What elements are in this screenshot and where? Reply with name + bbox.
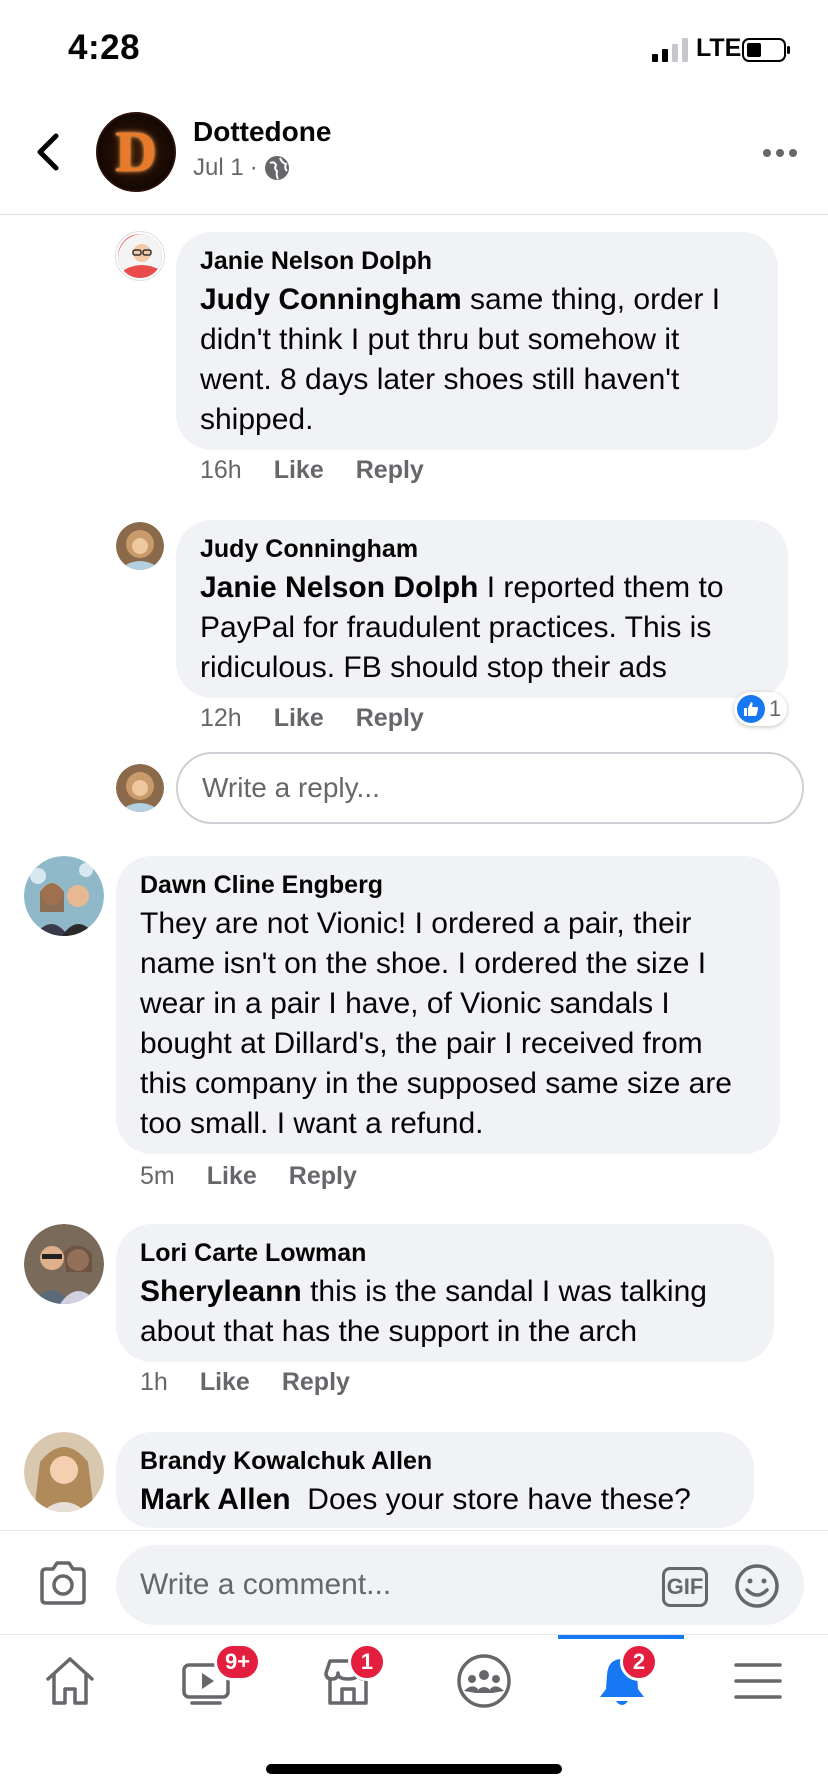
tab-home[interactable] (40, 1651, 100, 1711)
status-bar: 4:28 LTE (0, 0, 828, 100)
home-icon (46, 1657, 94, 1705)
avatar[interactable] (24, 1224, 104, 1304)
comment-timestamp: 12h (200, 704, 242, 732)
reply-button[interactable]: Reply (282, 1368, 350, 1397)
comment-text: They are not Vionic! I ordered a pair, t… (140, 907, 732, 1140)
like-button[interactable]: Like (274, 704, 324, 733)
marketplace-badge: 1 (348, 1643, 386, 1681)
status-time: 4:28 (68, 28, 141, 67)
tab-groups[interactable] (454, 1651, 514, 1711)
comment-author[interactable]: Lori Carte Lowman (140, 1238, 750, 1268)
emoji-icon[interactable] (734, 1563, 780, 1609)
avatar-image (118, 234, 162, 278)
post-date: Jul 1 (193, 154, 244, 181)
avatar-image (24, 856, 104, 936)
current-user-avatar (116, 764, 164, 812)
menu-icon (734, 1663, 782, 1699)
globe-icon (264, 156, 289, 180)
watch-badge: 9+ (214, 1643, 262, 1681)
tab-menu[interactable] (728, 1651, 788, 1711)
avatar-image (116, 522, 164, 570)
comment-bubble: Janie Nelson Dolph Judy Conningham same … (176, 232, 778, 450)
like-button[interactable]: Like (207, 1162, 257, 1191)
camera-icon[interactable] (38, 1561, 88, 1605)
comment-bubble: Lori Carte Lowman Sheryleann this is the… (116, 1224, 774, 1362)
avatar-image (116, 764, 164, 812)
comment-actions: 1h Like Reply (140, 1368, 350, 1397)
comment-author[interactable]: Dawn Cline Engberg (140, 870, 756, 900)
comment-mention[interactable]: Sheryleann (140, 1275, 302, 1308)
more-options-icon[interactable] (760, 138, 800, 168)
comment-text: Mark Allen Does your store have these? (140, 1480, 730, 1520)
comment-mention[interactable]: Judy Conningham (200, 283, 462, 316)
network-type: LTE (696, 34, 742, 62)
avatar[interactable] (116, 522, 164, 570)
reply-button[interactable]: Reply (356, 704, 424, 733)
comment-author[interactable]: Janie Nelson Dolph (200, 246, 754, 276)
home-indicator[interactable] (266, 1764, 562, 1774)
meta-separator: · (249, 154, 258, 181)
avatar[interactable] (24, 856, 104, 936)
comment-mention[interactable]: Janie Nelson Dolph (200, 571, 478, 604)
like-button[interactable]: Like (200, 1368, 250, 1397)
avatar-image (24, 1432, 104, 1512)
reply-input-placeholder: Write a reply... (202, 772, 380, 803)
groups-icon (457, 1654, 511, 1708)
reaction-count: 1 (769, 696, 782, 721)
comment-input-placeholder: Write a comment... (140, 1568, 392, 1601)
back-arrow-icon[interactable] (30, 130, 66, 174)
tab-watch[interactable]: 9+ (178, 1643, 262, 1711)
comment-input[interactable]: Write a comment... GIF (116, 1545, 804, 1625)
comment-text: Sheryleann this is the sandal I was talk… (140, 1272, 750, 1352)
signal-icon (652, 38, 688, 62)
comment-author[interactable]: Brandy Kowalchuk Allen (140, 1446, 730, 1476)
comment-actions: 12h Like Reply (200, 704, 424, 733)
page-avatar-letter: D (115, 119, 157, 184)
comment-timestamp: 1h (140, 1368, 168, 1396)
battery-icon (742, 38, 790, 62)
post-header: D Dottedone Jul 1 · (0, 100, 828, 215)
comment-actions: 16h Like Reply (200, 456, 424, 485)
page-name[interactable]: Dottedone (193, 116, 331, 148)
comment-bubble: Brandy Kowalchuk Allen Mark Allen Does y… (116, 1432, 754, 1528)
comment-bubble: Dawn Cline Engberg They are not Vionic! … (116, 856, 780, 1154)
reply-input[interactable]: Write a reply... (176, 752, 804, 824)
comment-mention[interactable]: Mark Allen (140, 1483, 291, 1516)
comment-text: Janie Nelson Dolph I reported them to Pa… (200, 568, 764, 688)
reaction-badge[interactable]: 1 (734, 692, 788, 726)
reply-button[interactable]: Reply (356, 456, 424, 485)
comment-author[interactable]: Judy Conningham (200, 534, 764, 564)
comment-timestamp: 16h (200, 456, 242, 484)
reply-button[interactable]: Reply (289, 1162, 357, 1191)
tab-marketplace[interactable]: 1 (318, 1643, 386, 1711)
avatar[interactable] (24, 1432, 104, 1512)
comment-timestamp: 5m (140, 1162, 175, 1190)
comment-text: Judy Conningham same thing, order I didn… (200, 280, 754, 440)
comment-bubble: Judy Conningham Janie Nelson Dolph I rep… (176, 520, 788, 698)
gif-button[interactable]: GIF (662, 1567, 708, 1607)
page-avatar[interactable]: D (96, 112, 176, 192)
avatar[interactable] (116, 232, 164, 280)
post-meta: Jul 1 · (193, 154, 290, 182)
comment-body: Does your store have these? (290, 1483, 691, 1516)
bottom-tab-bar: 9+ 1 2 (0, 1634, 828, 1720)
comment-actions: 5m Like Reply (140, 1162, 357, 1191)
active-tab-indicator (558, 1635, 684, 1639)
like-reaction-icon (737, 695, 765, 723)
avatar-image (24, 1224, 104, 1304)
comment-composer: Write a comment... GIF (0, 1530, 828, 1634)
notifications-badge: 2 (620, 1643, 658, 1681)
tab-notifications[interactable]: 2 (592, 1643, 658, 1711)
like-button[interactable]: Like (274, 456, 324, 485)
